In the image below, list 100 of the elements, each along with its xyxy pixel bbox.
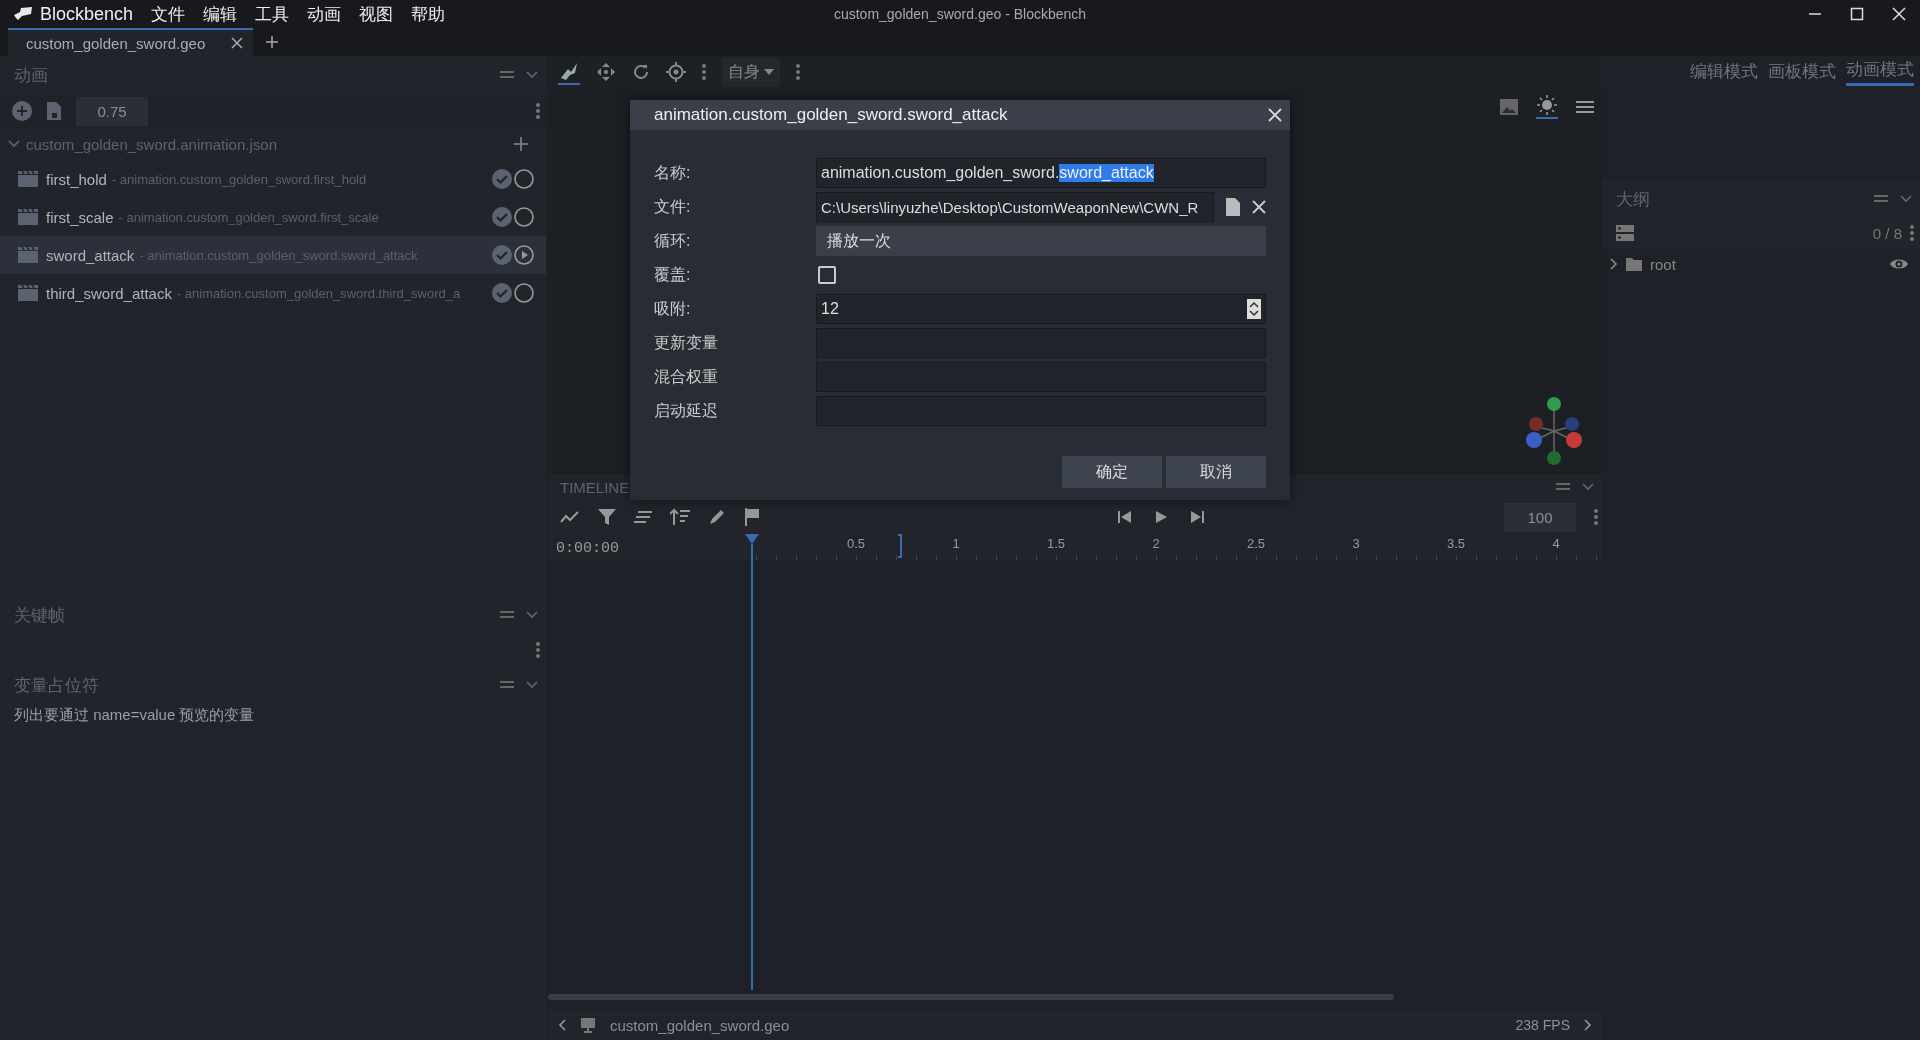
more-icon[interactable] bbox=[1594, 509, 1598, 525]
scrollbar[interactable] bbox=[548, 994, 1394, 1000]
override-checkbox[interactable] bbox=[818, 266, 836, 284]
file-tab[interactable]: custom_golden_sword.geo bbox=[8, 28, 254, 56]
stack-icon[interactable] bbox=[1616, 224, 1634, 242]
menu-item[interactable]: 帮助 bbox=[411, 2, 446, 26]
play-icon[interactable] bbox=[514, 245, 534, 265]
add-icon[interactable] bbox=[265, 35, 280, 49]
field-label: 吸附: bbox=[654, 298, 692, 319]
field-label: 启动延迟 bbox=[654, 400, 719, 421]
filter-icon[interactable] bbox=[598, 508, 616, 526]
checkmark-icon[interactable] bbox=[492, 169, 512, 189]
mode-tab[interactable]: 画板模式 bbox=[1768, 59, 1836, 85]
circle-icon[interactable] bbox=[514, 283, 534, 303]
play-icon[interactable] bbox=[1154, 510, 1168, 524]
file-icon[interactable] bbox=[1226, 198, 1240, 216]
file-path-field[interactable]: C:\Users\linyuzhe\Desktop\CustomWeaponNew\CWN_R bbox=[816, 192, 1214, 222]
drag-handle-icon[interactable] bbox=[1556, 483, 1570, 491]
tick-label: 3 bbox=[1352, 536, 1360, 551]
menu-item[interactable]: 编辑 bbox=[203, 2, 238, 26]
chevron-icon[interactable] bbox=[526, 71, 538, 79]
image-icon[interactable] bbox=[1500, 98, 1518, 115]
menu-item[interactable]: 工具 bbox=[255, 2, 290, 26]
chevron-left-icon[interactable] bbox=[558, 1019, 566, 1031]
app-name: Blockbench bbox=[40, 3, 134, 25]
clapperboard-icon bbox=[18, 171, 38, 187]
close-icon[interactable] bbox=[231, 37, 244, 49]
chevron-icon[interactable] bbox=[526, 611, 538, 619]
menu-item[interactable]: 视图 bbox=[359, 2, 394, 26]
space-dropdown[interactable]: 自身 bbox=[722, 57, 780, 87]
end-marker[interactable] bbox=[898, 534, 902, 558]
more-icon[interactable] bbox=[702, 64, 706, 80]
chevron-icon[interactable] bbox=[526, 681, 538, 689]
clear-icon[interactable] bbox=[1252, 200, 1266, 214]
drag-handle-icon[interactable] bbox=[500, 681, 514, 689]
pencil-icon[interactable] bbox=[708, 508, 726, 526]
more-icon[interactable] bbox=[536, 642, 540, 658]
align-icon[interactable] bbox=[634, 510, 652, 524]
dialog-button[interactable]: 确定 bbox=[1062, 456, 1162, 488]
panel-title: TIMELINE bbox=[560, 478, 630, 496]
clapperboard-icon bbox=[18, 285, 38, 301]
chevron-icon[interactable] bbox=[8, 140, 20, 148]
checkmark-icon[interactable] bbox=[492, 283, 512, 303]
mode-tab[interactable]: 编辑模式 bbox=[1690, 59, 1758, 85]
chevron-icon[interactable] bbox=[1582, 483, 1594, 491]
chevron-right-icon[interactable] bbox=[1584, 1019, 1592, 1031]
add-icon[interactable] bbox=[514, 137, 528, 151]
outliner-item[interactable]: root bbox=[1602, 248, 1920, 280]
loop-select[interactable]: 播放一次 bbox=[816, 226, 1266, 256]
animation-item[interactable]: third_sword_attack - animation.custom_golden_sword.third_sword_a bbox=[0, 274, 546, 312]
circle-icon[interactable] bbox=[514, 207, 534, 227]
folder-icon bbox=[1626, 257, 1642, 271]
zoom-field[interactable]: 100 bbox=[1504, 502, 1576, 532]
move-icon[interactable] bbox=[596, 62, 616, 82]
more-icon[interactable] bbox=[1910, 225, 1914, 241]
rotate-icon[interactable] bbox=[632, 63, 650, 81]
panel-title: 大纲 bbox=[1616, 188, 1650, 211]
stepper-icon[interactable] bbox=[1247, 299, 1261, 319]
target-icon[interactable] bbox=[666, 62, 686, 82]
animation-item[interactable]: first_hold - animation.custom_golden_sword.first_hold bbox=[0, 160, 546, 198]
chevron-icon[interactable] bbox=[1610, 258, 1618, 270]
field-label: 文件: bbox=[654, 196, 692, 217]
eye-icon[interactable] bbox=[1890, 257, 1908, 271]
menu-icon[interactable] bbox=[1576, 99, 1594, 114]
skip-back-icon[interactable] bbox=[1118, 510, 1132, 524]
checkmark-icon[interactable] bbox=[492, 207, 512, 227]
maximize-icon[interactable] bbox=[1850, 7, 1864, 21]
field-label: 循环: bbox=[654, 230, 692, 251]
circle-icon[interactable] bbox=[514, 169, 534, 189]
drag-handle-icon[interactable] bbox=[500, 611, 514, 619]
drag-handle-icon[interactable] bbox=[1874, 195, 1888, 203]
sun-icon[interactable] bbox=[1536, 94, 1558, 119]
chevron-icon[interactable] bbox=[1900, 195, 1912, 203]
graph-icon[interactable] bbox=[560, 510, 580, 524]
timecode: 0:00:00 bbox=[555, 539, 620, 559]
number-field[interactable]: 12 bbox=[816, 294, 1266, 324]
tick-label: 3.5 bbox=[1446, 536, 1466, 551]
app-logo-icon bbox=[12, 6, 34, 22]
text-field[interactable]: animation.custom_golden_sword.sword_attack bbox=[816, 158, 1266, 188]
menu-item[interactable]: 文件 bbox=[151, 2, 186, 26]
sort-icon[interactable] bbox=[670, 508, 690, 526]
more-icon[interactable] bbox=[796, 64, 800, 80]
dialog-button[interactable]: 取消 bbox=[1166, 456, 1266, 488]
add-icon[interactable] bbox=[12, 101, 32, 121]
speed-field[interactable]: 0.75 bbox=[76, 96, 148, 126]
checkmark-icon[interactable] bbox=[492, 245, 512, 265]
mode-tab[interactable]: 动画模式 bbox=[1846, 58, 1914, 86]
drag-handle-icon[interactable] bbox=[500, 71, 514, 79]
tick-label: 4 bbox=[1552, 536, 1560, 551]
flag-icon[interactable] bbox=[744, 508, 760, 526]
skip-forward-icon[interactable] bbox=[1190, 510, 1204, 524]
more-icon[interactable] bbox=[536, 103, 540, 119]
window-title: custom_golden_sword.geo - Blockbench bbox=[833, 6, 1087, 22]
tick-label: 0.5 bbox=[846, 536, 866, 551]
tick-label: 2.5 bbox=[1246, 536, 1266, 551]
tick-label: 1.5 bbox=[1046, 536, 1066, 551]
clapperboard-icon bbox=[18, 209, 38, 225]
menu-item[interactable]: 动画 bbox=[307, 2, 342, 26]
axis-gizmo-drawing[interactable] bbox=[1524, 396, 1584, 466]
animation-item[interactable]: first_scale - animation.custom_golden_sword.first_scale bbox=[0, 198, 546, 236]
